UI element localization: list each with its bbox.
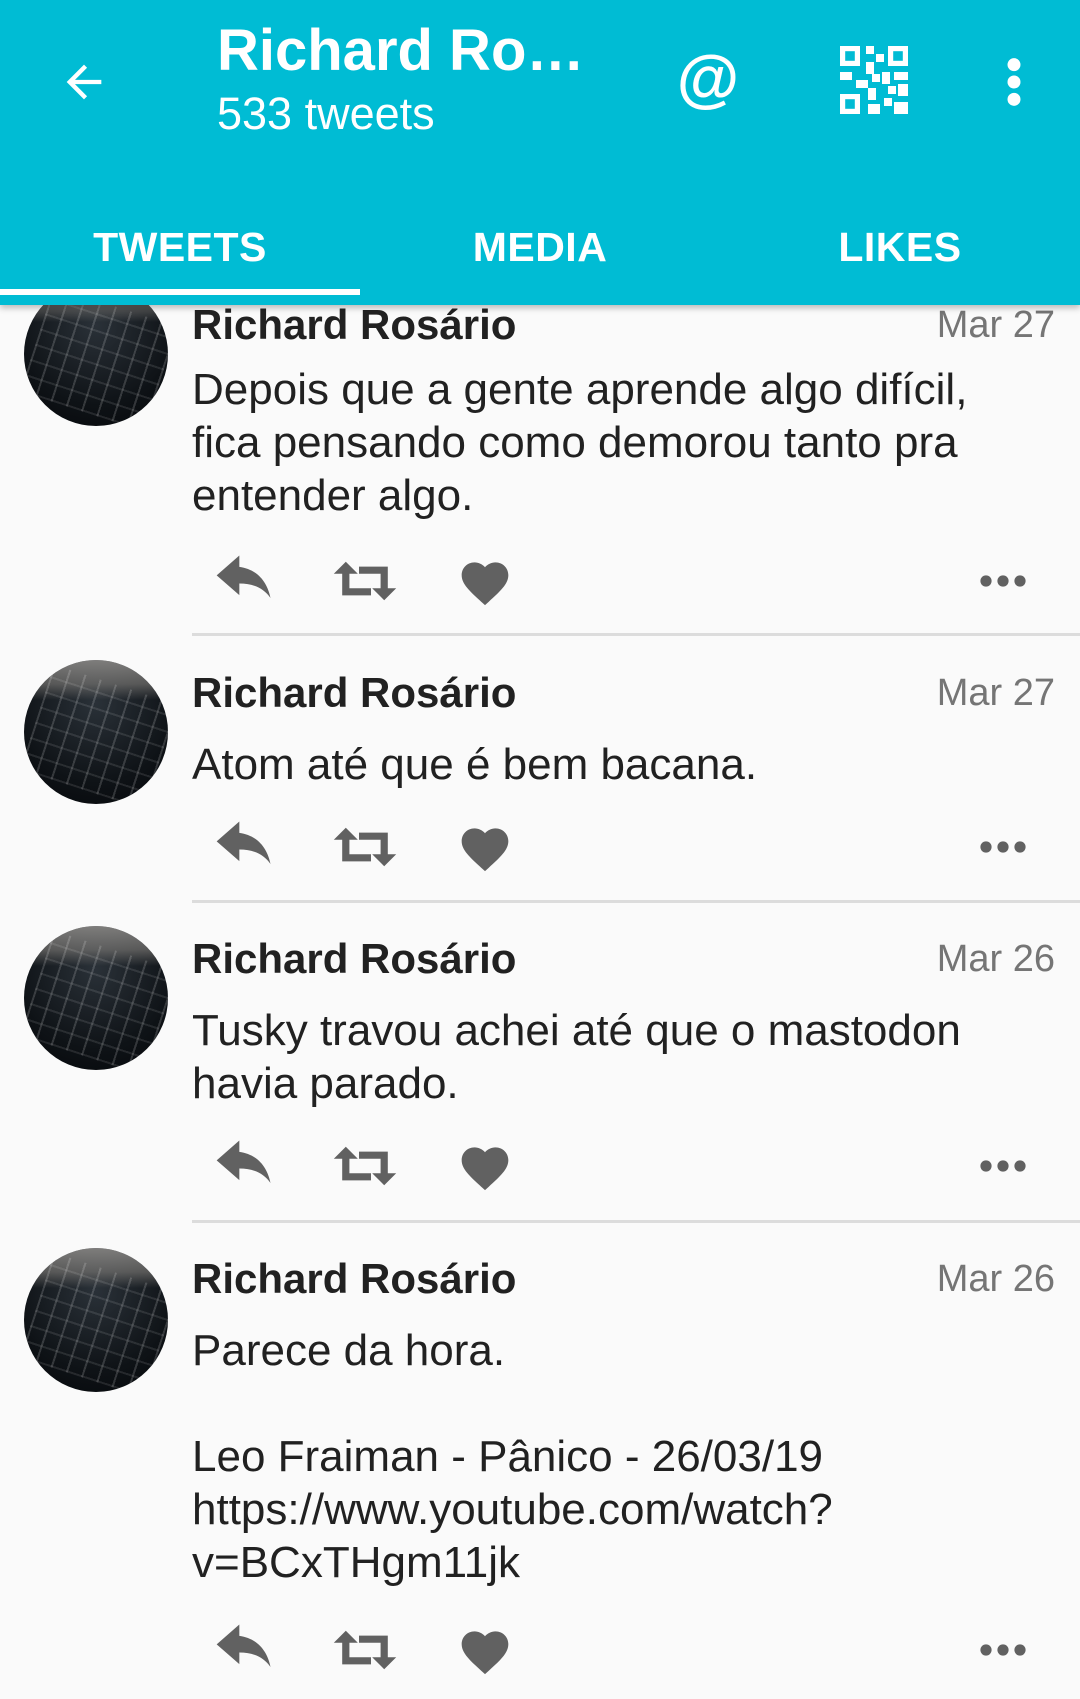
- favourite-icon: [461, 828, 509, 872]
- account-display-name: Richard Ros…: [217, 18, 597, 83]
- status-display-name: Richard Rosário: [192, 1255, 517, 1302]
- avatar[interactable]: [24, 660, 168, 804]
- tweet-count: 533 tweets: [217, 88, 435, 139]
- status-content: Depois que a gente aprende algo difícil,…: [192, 365, 980, 520]
- tab-tweets[interactable]: TWEETS: [0, 190, 360, 305]
- more-horiz-icon: [980, 1644, 1026, 1656]
- status-display-name: Richard Rosário: [192, 669, 517, 716]
- favourite-icon: [461, 562, 509, 606]
- status-content: Tusky travou achei até que o mastodon ha…: [192, 1006, 974, 1108]
- overflow-menu-button[interactable]: [996, 50, 1032, 114]
- reply-icon: [216, 1140, 271, 1183]
- boost-icon: [333, 827, 397, 867]
- favourite-icon: [461, 1147, 509, 1191]
- tab-media[interactable]: MEDIA: [360, 190, 720, 305]
- reply-button[interactable]: [210, 1136, 280, 1196]
- avatar[interactable]: [24, 926, 168, 1070]
- more-horiz-icon: [980, 841, 1026, 853]
- status-actions: [210, 817, 1040, 877]
- more-vert-icon: [1007, 58, 1021, 106]
- avatar[interactable]: [24, 1248, 168, 1392]
- reply-button[interactable]: [210, 551, 280, 611]
- status-divider: [192, 633, 1080, 636]
- favourite-button[interactable]: [450, 1136, 520, 1196]
- more-horiz-icon: [980, 575, 1026, 587]
- favourite-button[interactable]: [450, 1620, 520, 1680]
- mention-button[interactable]: @: [672, 42, 744, 114]
- tab-likes[interactable]: LIKES: [720, 190, 1080, 305]
- reply-button[interactable]: [210, 1620, 280, 1680]
- boost-icon: [333, 561, 397, 601]
- reply-icon: [216, 821, 271, 864]
- arrow-back-icon: [66, 64, 102, 100]
- status-content: Parece da hora. Leo Fraiman - Pânico - 2…: [192, 1326, 833, 1587]
- at-sign-icon: @: [676, 42, 740, 114]
- more-options-button[interactable]: [968, 1136, 1038, 1196]
- status-display-name: Richard Rosário: [192, 935, 517, 982]
- profile-tabs: TWEETS MEDIA LIKES: [0, 190, 1080, 305]
- status-timestamp: Mar 26: [936, 938, 1055, 980]
- boost-icon: [333, 1146, 397, 1186]
- qr-code-icon: [840, 46, 908, 114]
- status-display-name: Richard Rosário: [192, 301, 517, 348]
- qr-code-button[interactable]: [840, 46, 908, 114]
- status-timestamp: Mar 26: [936, 1258, 1055, 1300]
- reply-icon: [216, 555, 271, 598]
- status-content: Atom até que é bem bacana.: [192, 740, 758, 789]
- app-bar: Richard Ros… 533 tweets @ TWEETS MEDIA L…: [0, 0, 1080, 305]
- boost-icon: [333, 1630, 397, 1670]
- boost-button[interactable]: [330, 1620, 400, 1680]
- status-divider: [192, 1220, 1080, 1223]
- status-actions: [210, 1620, 1040, 1680]
- more-options-button[interactable]: [968, 1620, 1038, 1680]
- reply-icon: [216, 1624, 271, 1667]
- favourite-button[interactable]: [450, 551, 520, 611]
- boost-button[interactable]: [330, 817, 400, 877]
- more-options-button[interactable]: [968, 551, 1038, 611]
- boost-button[interactable]: [330, 1136, 400, 1196]
- status-actions: [210, 1136, 1040, 1196]
- boost-button[interactable]: [330, 551, 400, 611]
- status-timestamp: Mar 27: [936, 672, 1055, 714]
- status-divider: [192, 900, 1080, 903]
- account-header: Richard Ros… 533 tweets: [217, 18, 597, 142]
- back-button[interactable]: [50, 48, 118, 116]
- reply-button[interactable]: [210, 817, 280, 877]
- more-horiz-icon: [980, 1160, 1026, 1172]
- more-options-button[interactable]: [968, 817, 1038, 877]
- favourite-icon: [461, 1631, 509, 1675]
- status-actions: [210, 551, 1040, 611]
- status-timestamp: Mar 27: [936, 304, 1055, 346]
- favourite-button[interactable]: [450, 817, 520, 877]
